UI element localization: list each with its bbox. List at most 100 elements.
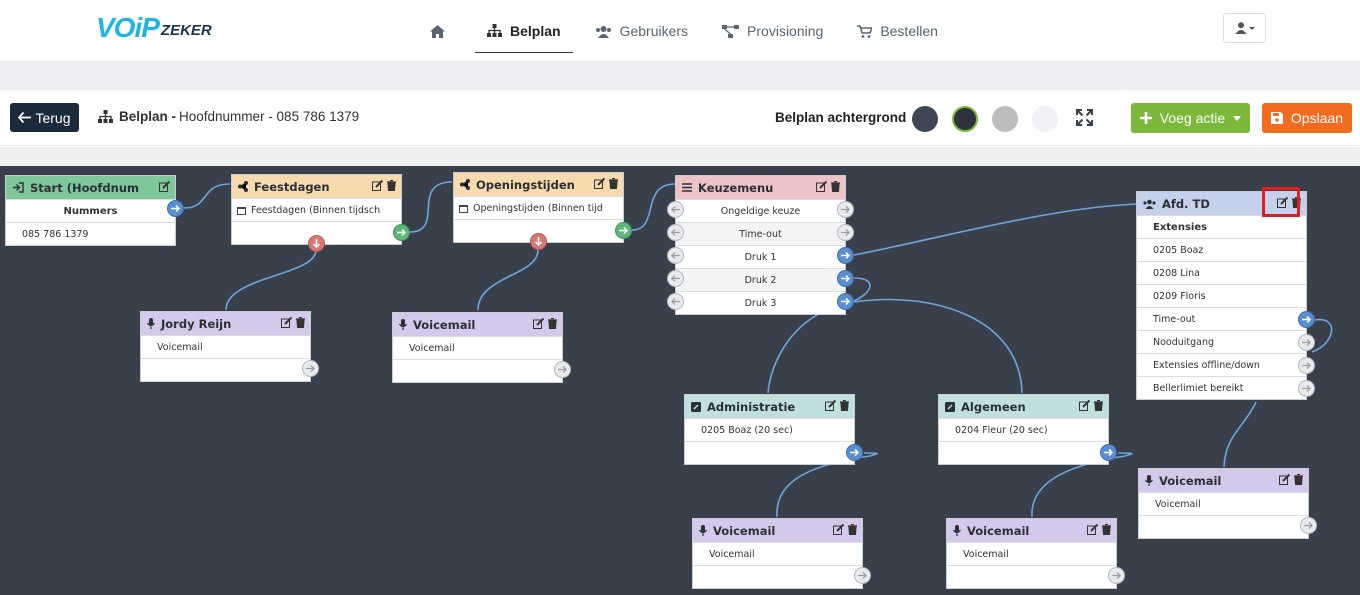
edit-icon[interactable]: [833, 524, 844, 535]
trash-icon[interactable]: [1094, 400, 1103, 411]
output-port[interactable]: [837, 224, 854, 241]
background-swatch-4[interactable]: [1032, 106, 1058, 132]
user-menu-button[interactable]: [1223, 13, 1266, 43]
node-jordy-reijn[interactable]: Jordy Reijn Voicemail: [140, 311, 311, 382]
trash-icon[interactable]: [848, 524, 857, 535]
edit-icon[interactable]: [281, 317, 292, 328]
node-start[interactable]: Start (Hoofdnum Nummers 085 786 1379: [5, 175, 176, 246]
arrow-down-icon: [534, 237, 543, 246]
output-port[interactable]: [846, 444, 863, 461]
output-port[interactable]: [1108, 567, 1125, 584]
output-port[interactable]: [615, 222, 632, 239]
edit-icon[interactable]: [1087, 524, 1098, 535]
output-port[interactable]: [1298, 334, 1315, 351]
trash-icon[interactable]: [840, 400, 849, 411]
node-voicemail-3[interactable]: Voicemail Voicemail: [946, 518, 1117, 589]
output-port[interactable]: [308, 235, 325, 252]
trash-icon[interactable]: [831, 181, 840, 192]
node-voicemail-4[interactable]: Voicemail Voicemail: [1138, 468, 1309, 539]
node-header[interactable]: Feestdagen: [232, 175, 401, 198]
node-voicemail-2[interactable]: Voicemail Voicemail: [692, 518, 863, 589]
output-port[interactable]: [1298, 357, 1315, 374]
wire-feestdagen-openingstijden: [409, 181, 453, 233]
nav-belplan[interactable]: Belplan: [475, 9, 573, 53]
node-header[interactable]: Start (Hoofdnum: [6, 176, 175, 199]
output-port[interactable]: [854, 567, 871, 584]
output-port[interactable]: [837, 270, 854, 287]
node-header[interactable]: Voicemail: [1139, 469, 1308, 492]
node-header[interactable]: Voicemail: [693, 519, 862, 542]
nav-home[interactable]: [418, 9, 465, 53]
trash-icon[interactable]: [609, 178, 618, 189]
arrow-right-icon: [171, 204, 180, 213]
edit-icon[interactable]: [816, 181, 827, 192]
node-header[interactable]: Openingstijden: [454, 173, 623, 196]
node-afd-td[interactable]: Afd. TD Extensies 0205 Boaz 0208 Lina 02…: [1136, 191, 1307, 400]
node-row: [693, 565, 862, 588]
node-header[interactable]: Jordy Reijn: [141, 312, 310, 335]
output-port[interactable]: [167, 200, 184, 217]
fullscreen-button[interactable]: [1076, 109, 1093, 130]
voipzeker-logo[interactable]: VOiP ZEKER: [96, 12, 212, 44]
arrow-right-icon: [306, 365, 315, 372]
edit-icon[interactable]: [1279, 474, 1290, 485]
arrow-left-icon: [671, 252, 680, 259]
back-button[interactable]: Terug: [10, 103, 79, 132]
edit-icon[interactable]: [594, 178, 605, 189]
output-port[interactable]: [1100, 444, 1117, 461]
background-swatch-1[interactable]: [912, 106, 938, 132]
arrow-right-icon: [858, 572, 867, 579]
output-port[interactable]: [837, 293, 854, 310]
node-row: 085 786 1379: [6, 222, 175, 245]
node-header[interactable]: Administratie: [685, 395, 854, 418]
trash-icon[interactable]: [1294, 474, 1303, 485]
belplan-canvas[interactable]: Start (Hoofdnum Nummers 085 786 1379 Fee…: [0, 166, 1360, 595]
node-header[interactable]: Keuzemenu: [676, 176, 845, 199]
trash-icon[interactable]: [548, 318, 557, 329]
node-keuzemenu[interactable]: Keuzemenu Ongeldige keuze Time-out Druk …: [675, 175, 846, 315]
microphone-icon: [147, 318, 155, 329]
input-port[interactable]: [667, 270, 684, 287]
input-port[interactable]: [667, 224, 684, 241]
node-header[interactable]: Voicemail: [947, 519, 1116, 542]
node-header[interactable]: Voicemail: [393, 313, 562, 336]
input-port[interactable]: [667, 201, 684, 218]
output-port[interactable]: [1298, 380, 1315, 397]
input-port[interactable]: [667, 293, 684, 310]
input-port[interactable]: [667, 247, 684, 264]
node-row: Voicemail: [947, 542, 1116, 565]
nav-provisioning[interactable]: Provisioning: [710, 9, 835, 53]
trash-icon[interactable]: [387, 180, 396, 191]
node-row: Ongeldige keuze: [676, 199, 845, 222]
save-button[interactable]: Opslaan: [1262, 103, 1352, 133]
node-administratie[interactable]: Administratie 0205 Boaz (20 sec): [684, 394, 855, 465]
edit-icon[interactable]: [159, 181, 170, 192]
nav-gebruikers[interactable]: Gebruikers: [583, 9, 700, 53]
edit-icon[interactable]: [533, 318, 544, 329]
network-icon: [722, 24, 740, 38]
nav-bestellen[interactable]: Bestellen: [845, 9, 950, 53]
add-action-label: Voeg actie: [1159, 110, 1226, 126]
background-swatch-3[interactable]: [992, 106, 1018, 132]
caret-down-icon: [1233, 115, 1242, 121]
output-port[interactable]: [837, 201, 854, 218]
back-button-label: Terug: [35, 109, 71, 126]
node-voicemail-1[interactable]: Voicemail Voicemail: [392, 312, 563, 383]
output-port[interactable]: [302, 360, 319, 377]
trash-icon[interactable]: [1102, 524, 1111, 535]
edit-icon[interactable]: [1079, 400, 1090, 411]
output-port[interactable]: [837, 247, 854, 264]
output-port[interactable]: [1300, 517, 1317, 534]
node-header[interactable]: Algemeen: [939, 395, 1108, 418]
background-swatch-2[interactable]: [952, 106, 978, 132]
trash-icon[interactable]: [296, 317, 305, 328]
edit-icon[interactable]: [372, 180, 383, 191]
edit-icon[interactable]: [825, 400, 836, 411]
output-port[interactable]: [530, 233, 547, 250]
output-port[interactable]: [1298, 311, 1315, 328]
output-port[interactable]: [393, 224, 410, 241]
node-row: [141, 358, 310, 381]
output-port[interactable]: [554, 361, 571, 378]
node-algemeen[interactable]: Algemeen 0204 Fleur (20 sec): [938, 394, 1109, 465]
add-action-button[interactable]: Voeg actie: [1131, 103, 1250, 133]
